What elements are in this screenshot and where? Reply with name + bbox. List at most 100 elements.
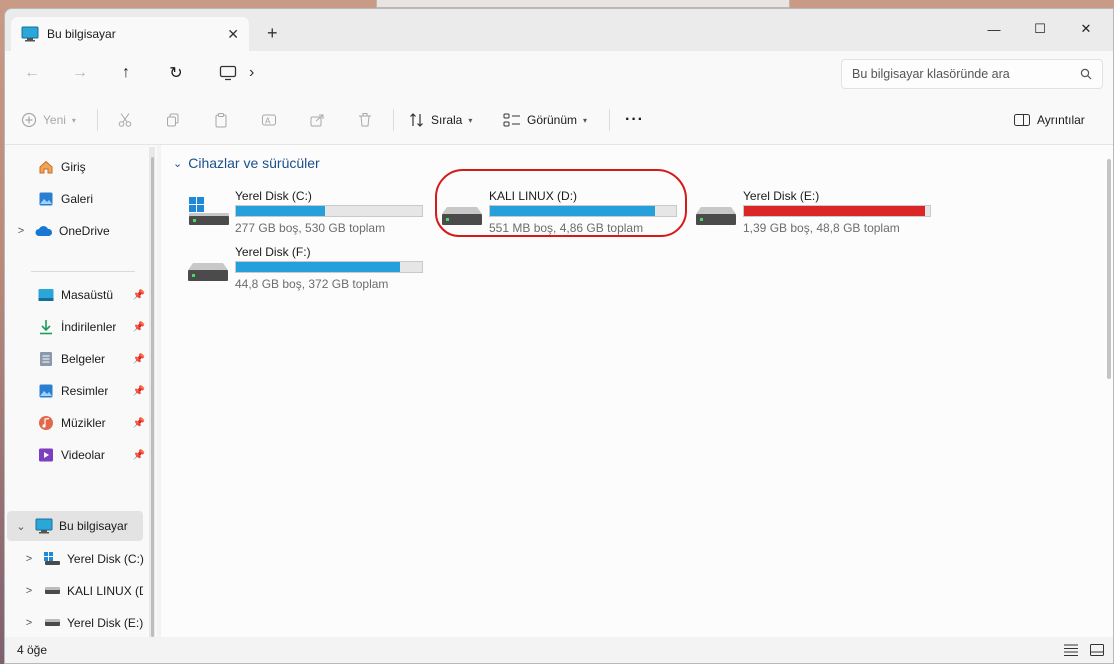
- content-scrollbar[interactable]: [1107, 159, 1111, 379]
- monitor-icon: [219, 65, 237, 81]
- view-label: Görünüm: [527, 113, 578, 127]
- sort-icon: [410, 113, 423, 127]
- file-explorer-window: Bu bilgisayar ✕ + — ☐ ✕ ← → ↑ ↻ › Bu bil…: [4, 8, 1114, 664]
- chevron-down-icon[interactable]: ⌄: [13, 520, 29, 533]
- drive-name: Yerel Disk (C:): [235, 189, 312, 203]
- chevron-right-icon[interactable]: >: [21, 585, 37, 597]
- clipboard-icon: [215, 113, 227, 128]
- pictures-icon: [37, 383, 55, 399]
- sidebar-item-pictures[interactable]: Resimler 📌: [5, 377, 149, 405]
- pin-icon[interactable]: 📌: [133, 354, 145, 365]
- chevron-right-icon[interactable]: >: [21, 617, 37, 629]
- content-pane: ⌄ Cihazlar ve sürücüler Yerel Disk (C:) …: [161, 145, 1113, 639]
- copy-button[interactable]: [165, 109, 181, 131]
- rename-button[interactable]: A: [261, 109, 277, 131]
- tiles-view-icon[interactable]: [1089, 643, 1105, 657]
- sidebar-divider: [31, 271, 135, 272]
- sidebar-item-desktop[interactable]: Masaüstü 📌: [5, 281, 149, 309]
- background-window-edge: [376, 0, 790, 8]
- maximize-button[interactable]: ☐: [1017, 15, 1063, 43]
- desktop-icon: [37, 287, 55, 303]
- sidebar-item-this-pc[interactable]: ⌄ Bu bilgisayar: [7, 511, 143, 541]
- navigation-pane: Giriş Galeri > OneDrive Masaüstü 📌 İndir…: [5, 145, 157, 639]
- drive-space-info: 44,8 GB boş, 372 GB toplam: [235, 277, 389, 291]
- details-pane-button[interactable]: Ayrıntılar: [1013, 109, 1085, 131]
- pin-icon[interactable]: 📌: [133, 386, 145, 397]
- sidebar-item-drive-c[interactable]: > Yerel Disk (C:): [5, 545, 149, 573]
- minimize-button[interactable]: —: [971, 15, 1017, 43]
- close-window-button[interactable]: ✕: [1063, 15, 1109, 43]
- drive-tile-f[interactable]: Yerel Disk (F:) 44,8 GB boş, 372 GB topl…: [185, 245, 435, 297]
- command-bar: Yeni ▾ A Sırala ▾ Görünüm ▾ ··· Ayrıntıl…: [5, 95, 1113, 145]
- view-button[interactable]: Görünüm ▾: [503, 109, 587, 131]
- drive-tile-e[interactable]: Yerel Disk (E:) 1,39 GB boş, 48,8 GB top…: [693, 189, 943, 241]
- item-count: 4 öğe: [17, 643, 48, 657]
- details-label: Ayrıntılar: [1037, 113, 1085, 127]
- drive-tile-c[interactable]: Yerel Disk (C:) 277 GB boş, 530 GB topla…: [185, 189, 435, 241]
- computer-icon: [21, 26, 39, 42]
- tab-bu-bilgisayar[interactable]: Bu bilgisayar ✕: [11, 17, 249, 51]
- chevron-down-icon: ▾: [468, 115, 473, 125]
- refresh-button[interactable]: ↻: [161, 61, 191, 85]
- pin-icon[interactable]: 📌: [133, 418, 145, 429]
- section-title: Cihazlar ve sürücüler: [188, 155, 320, 171]
- cut-button[interactable]: [117, 109, 133, 131]
- pin-icon[interactable]: 📌: [133, 322, 145, 333]
- drive-usage-fill: [236, 262, 400, 272]
- chevron-down-icon: ▾: [71, 115, 76, 125]
- details-view-icon[interactable]: [1063, 643, 1079, 657]
- sidebar-scrollbar-thumb[interactable]: [151, 157, 154, 637]
- back-button[interactable]: ←: [17, 61, 47, 85]
- sidebar-item-downloads[interactable]: İndirilenler 📌: [5, 313, 149, 341]
- title-bar: Bu bilgisayar ✕ + — ☐ ✕: [5, 9, 1113, 51]
- trash-icon: [359, 113, 371, 127]
- forward-button[interactable]: →: [65, 61, 95, 85]
- sidebar-item-videos[interactable]: Videolar 📌: [5, 441, 149, 469]
- drive-name: Yerel Disk (F:): [235, 245, 311, 259]
- sidebar-item-drive-e[interactable]: > Yerel Disk (E:): [5, 609, 149, 637]
- drive-usage-bar: [235, 205, 423, 217]
- up-button[interactable]: ↑: [111, 61, 141, 85]
- cloud-icon: [35, 223, 53, 239]
- music-icon: [37, 415, 55, 431]
- more-options-button[interactable]: ···: [625, 109, 644, 131]
- section-header[interactable]: ⌄ Cihazlar ve sürücüler: [173, 155, 320, 171]
- chevron-right-icon[interactable]: >: [13, 225, 29, 237]
- share-icon: [310, 114, 324, 127]
- tab-label: Bu bilgisayar: [47, 27, 116, 41]
- chevron-down-icon: ▾: [583, 115, 588, 125]
- sidebar-item-documents[interactable]: Belgeler 📌: [5, 345, 149, 373]
- sort-button[interactable]: Sırala ▾: [409, 109, 472, 131]
- search-input[interactable]: Bu bilgisayar klasöründe ara: [841, 59, 1103, 89]
- sidebar-item-gallery[interactable]: Galeri: [5, 185, 149, 213]
- scissors-icon: [118, 113, 132, 127]
- sidebar-item-onedrive[interactable]: > OneDrive: [5, 217, 149, 245]
- drive-usage-bar: [743, 205, 931, 217]
- home-icon: [37, 159, 55, 175]
- chevron-right-icon[interactable]: >: [21, 553, 37, 565]
- copy-icon: [167, 113, 179, 127]
- paste-button[interactable]: [213, 109, 229, 131]
- sidebar-item-music[interactable]: Müzikler 📌: [5, 409, 149, 437]
- drive-icon: [43, 583, 61, 599]
- drive-icon: [43, 615, 61, 631]
- windows-drive-icon: [43, 551, 61, 567]
- breadcrumb-chevron[interactable]: ›: [249, 64, 254, 82]
- close-tab-button[interactable]: ✕: [227, 26, 239, 43]
- new-button[interactable]: Yeni ▾: [21, 109, 76, 131]
- address-field[interactable]: ›: [209, 59, 829, 87]
- drive-usage-fill: [236, 206, 325, 216]
- rename-icon: A: [262, 114, 276, 126]
- sidebar-item-drive-d[interactable]: > KALI LINUX (D:: [5, 577, 149, 605]
- view-icon: [503, 113, 520, 127]
- new-tab-button[interactable]: +: [267, 23, 278, 44]
- sidebar-item-home[interactable]: Giriş: [5, 153, 149, 181]
- search-placeholder: Bu bilgisayar klasöründe ara: [852, 67, 1010, 81]
- new-label: Yeni: [43, 113, 66, 127]
- pin-icon[interactable]: 📌: [133, 450, 145, 461]
- delete-button[interactable]: [357, 109, 373, 131]
- share-button[interactable]: [309, 109, 325, 131]
- computer-icon: [35, 518, 53, 534]
- drive-space-info: 1,39 GB boş, 48,8 GB toplam: [743, 221, 900, 235]
- pin-icon[interactable]: 📌: [133, 290, 145, 301]
